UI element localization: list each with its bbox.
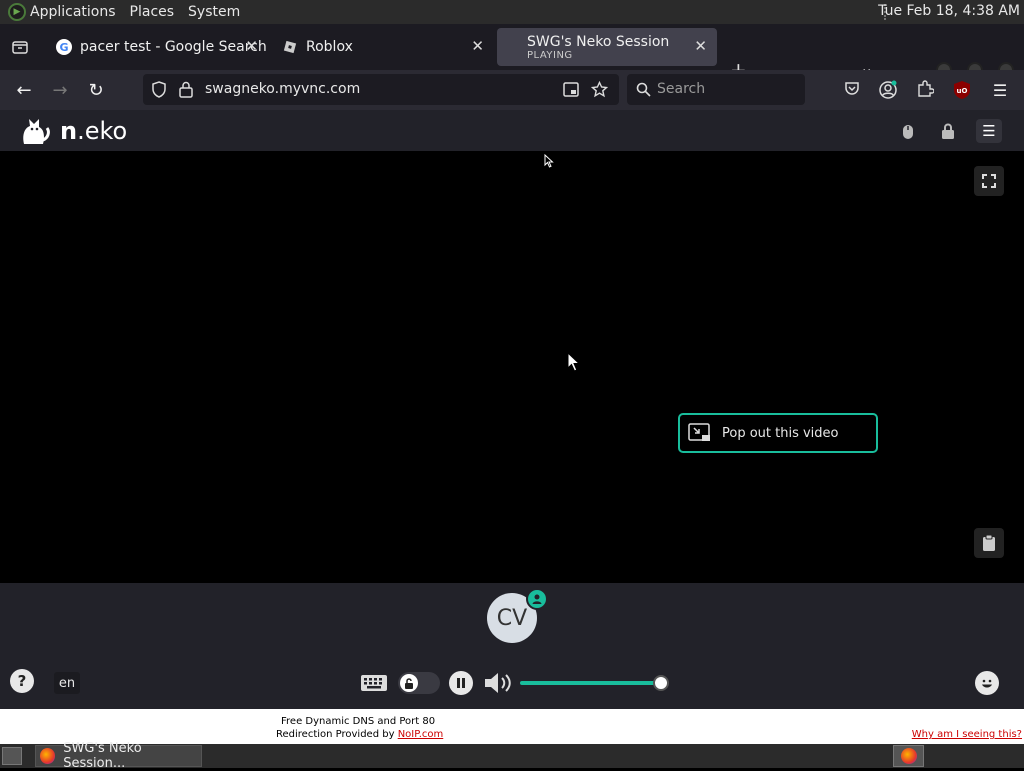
pocket-icon[interactable] bbox=[844, 81, 860, 97]
close-tab-icon[interactable]: ✕ bbox=[245, 37, 258, 55]
menu-places[interactable]: Places bbox=[130, 4, 175, 20]
brand-rest: .eko bbox=[77, 117, 128, 145]
video-stream[interactable] bbox=[0, 151, 1024, 583]
picture-in-picture-icon[interactable] bbox=[563, 82, 579, 97]
roblox-icon bbox=[282, 39, 298, 55]
avatar-initials: CV bbox=[496, 605, 528, 631]
close-tab-icon[interactable]: ✕ bbox=[694, 37, 707, 55]
remote-cursor-icon bbox=[544, 154, 554, 168]
search-bar[interactable]: Search bbox=[627, 74, 805, 105]
firefox-icon bbox=[40, 748, 56, 764]
search-icon bbox=[636, 82, 651, 97]
forward-arrow-icon[interactable]: → bbox=[48, 78, 72, 102]
account-icon[interactable] bbox=[878, 80, 898, 100]
tab-list-button[interactable] bbox=[0, 24, 40, 70]
help-icon[interactable]: ? bbox=[10, 669, 34, 693]
emoji-smile-icon[interactable] bbox=[975, 671, 999, 695]
taskbar-window-button[interactable]: SWG's Neko Session... bbox=[35, 741, 202, 771]
svg-text:uO: uO bbox=[957, 87, 968, 95]
lock-room-icon[interactable] bbox=[941, 123, 955, 139]
url-text[interactable]: swagneko.myvnc.com bbox=[205, 81, 360, 97]
menu-system[interactable]: System bbox=[188, 4, 240, 20]
tab-title: Roblox bbox=[306, 39, 353, 55]
distro-logo-icon[interactable]: ▶ bbox=[8, 3, 26, 21]
neko-menu-icon[interactable]: ☰ bbox=[976, 119, 1002, 143]
neko-cat-icon bbox=[23, 119, 50, 144]
taskbar-window-label: SWG's Neko Session... bbox=[63, 741, 142, 771]
tray-firefox-icon[interactable] bbox=[893, 745, 924, 767]
noip-link[interactable]: NoIP.com bbox=[398, 729, 444, 740]
reload-icon[interactable]: ↻ bbox=[84, 78, 108, 102]
noip-line2-prefix: Redirection Provided by bbox=[276, 729, 398, 740]
noip-line1: Free Dynamic DNS and Port 80 bbox=[281, 716, 436, 727]
why-am-i-seeing-this-link[interactable]: Why am I seeing this? bbox=[912, 729, 1022, 740]
mouse-cursor-icon bbox=[567, 352, 581, 372]
tab-title: pacer test - Google Search bbox=[80, 39, 267, 55]
search-placeholder: Search bbox=[657, 81, 706, 97]
hamburger-menu-icon[interactable]: ☰ bbox=[988, 78, 1012, 102]
shield-icon[interactable] bbox=[151, 81, 167, 98]
clock[interactable]: Tue Feb 18, 4:38 AM bbox=[878, 3, 1020, 19]
fullscreen-icon bbox=[982, 174, 996, 188]
brand-bold: n bbox=[60, 117, 78, 145]
taskbar: SWG's Neko Session... bbox=[0, 741, 1024, 771]
host-badge-user-icon bbox=[526, 588, 548, 610]
language-selector[interactable]: en bbox=[54, 672, 80, 694]
popout-icon bbox=[688, 423, 710, 441]
close-tab-icon[interactable]: ✕ bbox=[471, 37, 484, 55]
pause-button[interactable] bbox=[449, 671, 473, 695]
popout-label: Pop out this video bbox=[722, 425, 839, 441]
keyboard-icon[interactable] bbox=[360, 673, 388, 693]
neko-brand-text: n.eko bbox=[60, 117, 127, 145]
tab-title: SWG's Neko Session bbox=[527, 33, 670, 50]
tab-playing-label: PLAYING bbox=[527, 49, 573, 61]
tab-google-search[interactable]: G pacer test - Google Search ✕ bbox=[44, 28, 268, 66]
google-icon: G bbox=[56, 39, 72, 55]
neko-logo: n.eko bbox=[20, 116, 127, 146]
tab-neko-session[interactable]: SWG's Neko Session PLAYING ✕ bbox=[497, 28, 717, 66]
bookmark-star-icon[interactable] bbox=[591, 81, 608, 98]
popout-video-button[interactable]: Pop out this video bbox=[678, 413, 878, 453]
tab-list-icon bbox=[12, 41, 28, 54]
menu-applications[interactable]: Applications bbox=[30, 4, 116, 20]
show-desktop-icon[interactable] bbox=[2, 747, 22, 765]
mouse-icon[interactable] bbox=[902, 124, 914, 140]
neko-controls-bar: CV ? en bbox=[0, 583, 1024, 709]
clipboard-icon bbox=[983, 534, 995, 551]
ublock-origin-icon[interactable]: uO bbox=[953, 80, 971, 100]
extensions-puzzle-icon[interactable] bbox=[916, 80, 934, 98]
lock-icon[interactable] bbox=[179, 81, 193, 98]
noip-banner: Free Dynamic DNS and Port 80 Redirection… bbox=[0, 709, 1024, 744]
noip-line2: Redirection Provided by NoIP.com bbox=[276, 729, 443, 740]
back-arrow-icon[interactable]: ← bbox=[12, 78, 36, 102]
system-top-bar: ▶ Applications Places System Tue Feb 18,… bbox=[0, 0, 1024, 24]
control-lock-toggle[interactable] bbox=[398, 672, 440, 694]
browser-tab-bar: G pacer test - Google Search ✕ Roblox ✕ … bbox=[0, 24, 1024, 82]
tab-roblox[interactable]: Roblox ✕ bbox=[270, 28, 494, 66]
unlock-icon bbox=[400, 674, 418, 692]
clipboard-button[interactable] bbox=[974, 528, 1004, 558]
neko-header: n.eko ☰ bbox=[0, 110, 1024, 151]
fullscreen-button[interactable] bbox=[974, 166, 1004, 196]
url-bar[interactable]: swagneko.myvnc.com bbox=[143, 74, 619, 105]
browser-nav-bar: ← → ↻ swagneko.myvnc.com Search uO ☰ bbox=[0, 70, 1024, 110]
pause-icon bbox=[457, 678, 465, 688]
volume-slider[interactable] bbox=[520, 675, 669, 691]
volume-slider-thumb[interactable] bbox=[653, 675, 669, 691]
volume-icon[interactable] bbox=[483, 671, 515, 695]
